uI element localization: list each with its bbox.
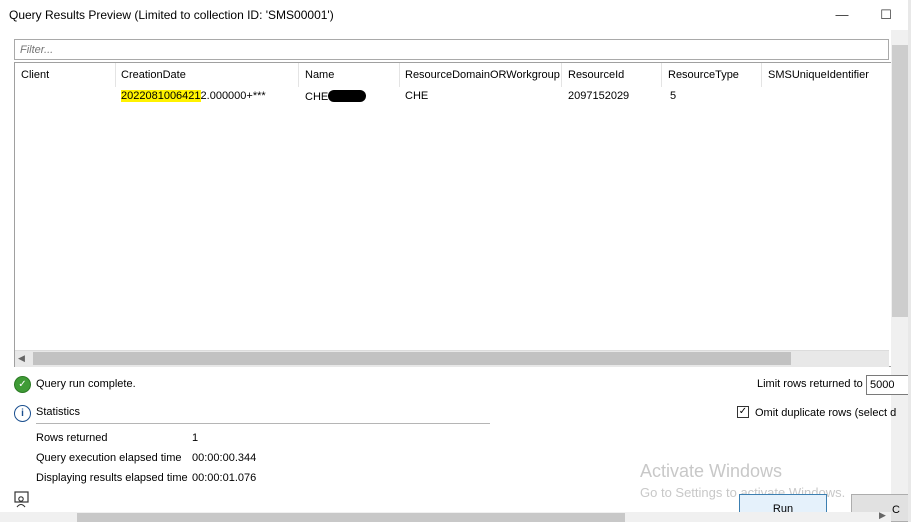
omit-duplicates-checkbox[interactable]: ✓ [737,406,749,418]
minimize-icon[interactable]: — [827,2,857,28]
filter-input[interactable] [14,39,889,60]
scrollbar-thumb[interactable] [33,352,791,365]
name-visible-text: CHE [305,91,329,103]
cell-resourcedomain[interactable]: CHE [405,90,428,102]
stat-label: Query execution elapsed time [36,452,182,464]
window-title: Query Results Preview (Limited to collec… [9,8,334,22]
bottom-scrollbar-thumb[interactable] [77,513,625,522]
limit-rows-input[interactable] [866,375,911,395]
highlighted-text: 2022081006421 [121,90,201,102]
cell-name[interactable]: CHE [305,90,367,103]
cell-resourcetype[interactable]: 5 [670,90,676,102]
info-icon: i [14,405,31,422]
statistics-divider [36,423,490,424]
column-header-resourceid[interactable]: ResourceId [568,69,624,85]
column-header-client[interactable]: Client [21,69,49,85]
column-header-name[interactable]: Name [305,69,334,85]
scroll-right-icon[interactable]: ▶ [879,510,886,521]
cell-creationdate[interactable]: 20220810064212.000000+*** [121,90,266,102]
statistics-heading: Statistics [36,406,81,418]
column-separator[interactable] [761,63,762,87]
column-separator[interactable] [561,63,562,87]
feedback-icon[interactable] [14,491,32,509]
vertical-scrollbar-thumb[interactable] [892,45,909,317]
column-header-resourcetype[interactable]: ResourceType [668,69,739,85]
activation-watermark-title: Activate Windows [640,461,783,481]
scroll-left-icon[interactable]: ◀ [18,353,25,364]
creationdate-rest: 2.000000+*** [200,90,266,102]
stat-value: 00:00:00.344 [192,452,257,464]
column-header-creationdate[interactable]: CreationDate [121,69,186,85]
column-separator[interactable] [115,63,116,87]
redaction-mark [328,90,367,102]
column-separator[interactable] [298,63,299,87]
column-separator[interactable] [399,63,400,87]
check-circle-icon: ✓ [14,376,31,393]
maximize-icon[interactable]: ☐ [871,2,901,28]
cell-resourceid[interactable]: 2097152029 [568,90,629,102]
results-grid[interactable]: Client CreationDate Name ResourceDomainO… [14,62,893,367]
stat-label: Displaying results elapsed time [36,472,188,484]
limit-rows-label: Limit rows returned to [757,378,863,390]
stat-value: 1 [192,432,199,444]
status-message: Query run complete. [36,378,136,390]
column-separator[interactable] [661,63,662,87]
column-header-resourcedomainorworkgroup[interactable]: ResourceDomainORWorkgroup [405,69,560,85]
stat-label: Rows returned [36,432,108,444]
column-header-smsuniqueidentifier[interactable]: SMSUniqueIdentifier [768,69,869,85]
stat-value: 00:00:01.076 [192,472,257,484]
grid-horizontal-scrollbar[interactable]: ◀ [15,350,889,367]
omit-duplicates-label: Omit duplicate rows (select d [755,407,897,419]
